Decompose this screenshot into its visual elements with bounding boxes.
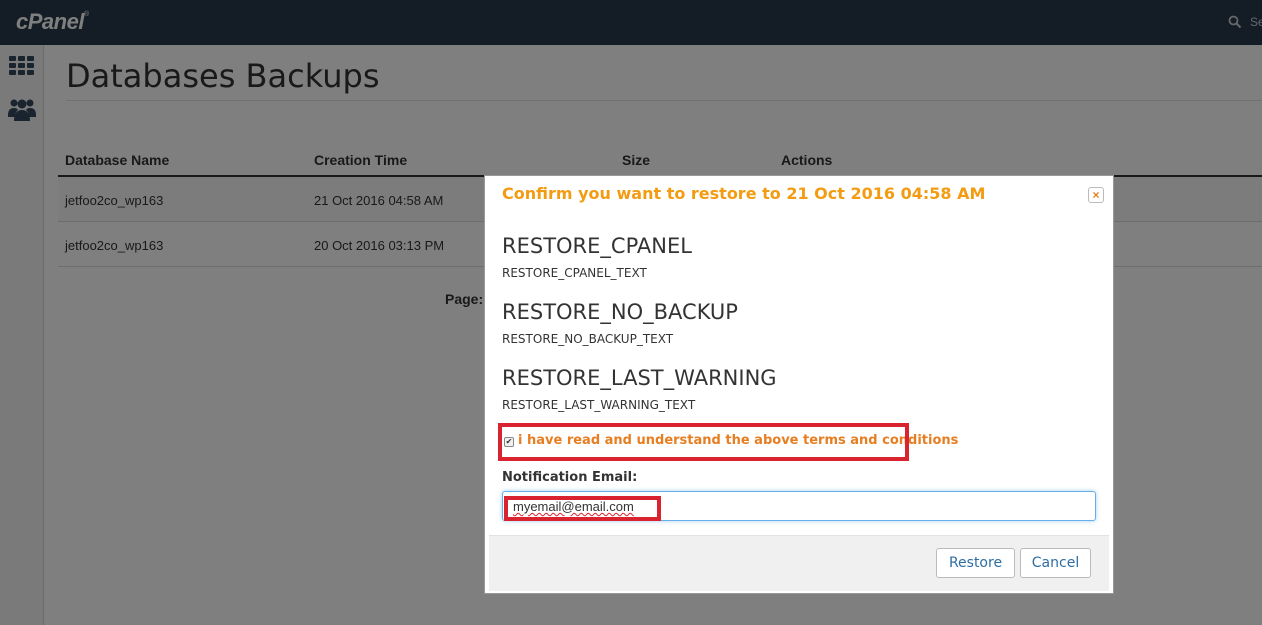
annotation-highlight-terms bbox=[498, 423, 909, 461]
modal-title: Confirm you want to restore to 21 Oct 20… bbox=[502, 184, 986, 203]
modal-footer: Restore Cancel bbox=[489, 535, 1109, 591]
section-text-restore-no-backup: RESTORE_NO_BACKUP_TEXT bbox=[502, 332, 674, 346]
section-text-restore-cpanel: RESTORE_CPANEL_TEXT bbox=[502, 266, 647, 280]
section-heading-restore-cpanel: RESTORE_CPANEL bbox=[502, 234, 692, 258]
annotation-highlight-email bbox=[504, 496, 661, 521]
section-text-restore-last-warning: RESTORE_LAST_WARNING_TEXT bbox=[502, 398, 696, 412]
restore-confirm-modal: Confirm you want to restore to 21 Oct 20… bbox=[484, 175, 1114, 594]
notification-email-label: Notification Email: bbox=[502, 470, 638, 485]
section-heading-restore-no-backup: RESTORE_NO_BACKUP bbox=[502, 300, 738, 324]
close-icon[interactable]: × bbox=[1088, 187, 1104, 203]
section-heading-restore-last-warning: RESTORE_LAST_WARNING bbox=[502, 366, 777, 390]
cancel-button[interactable]: Cancel bbox=[1020, 548, 1091, 578]
restore-button[interactable]: Restore bbox=[936, 548, 1015, 578]
